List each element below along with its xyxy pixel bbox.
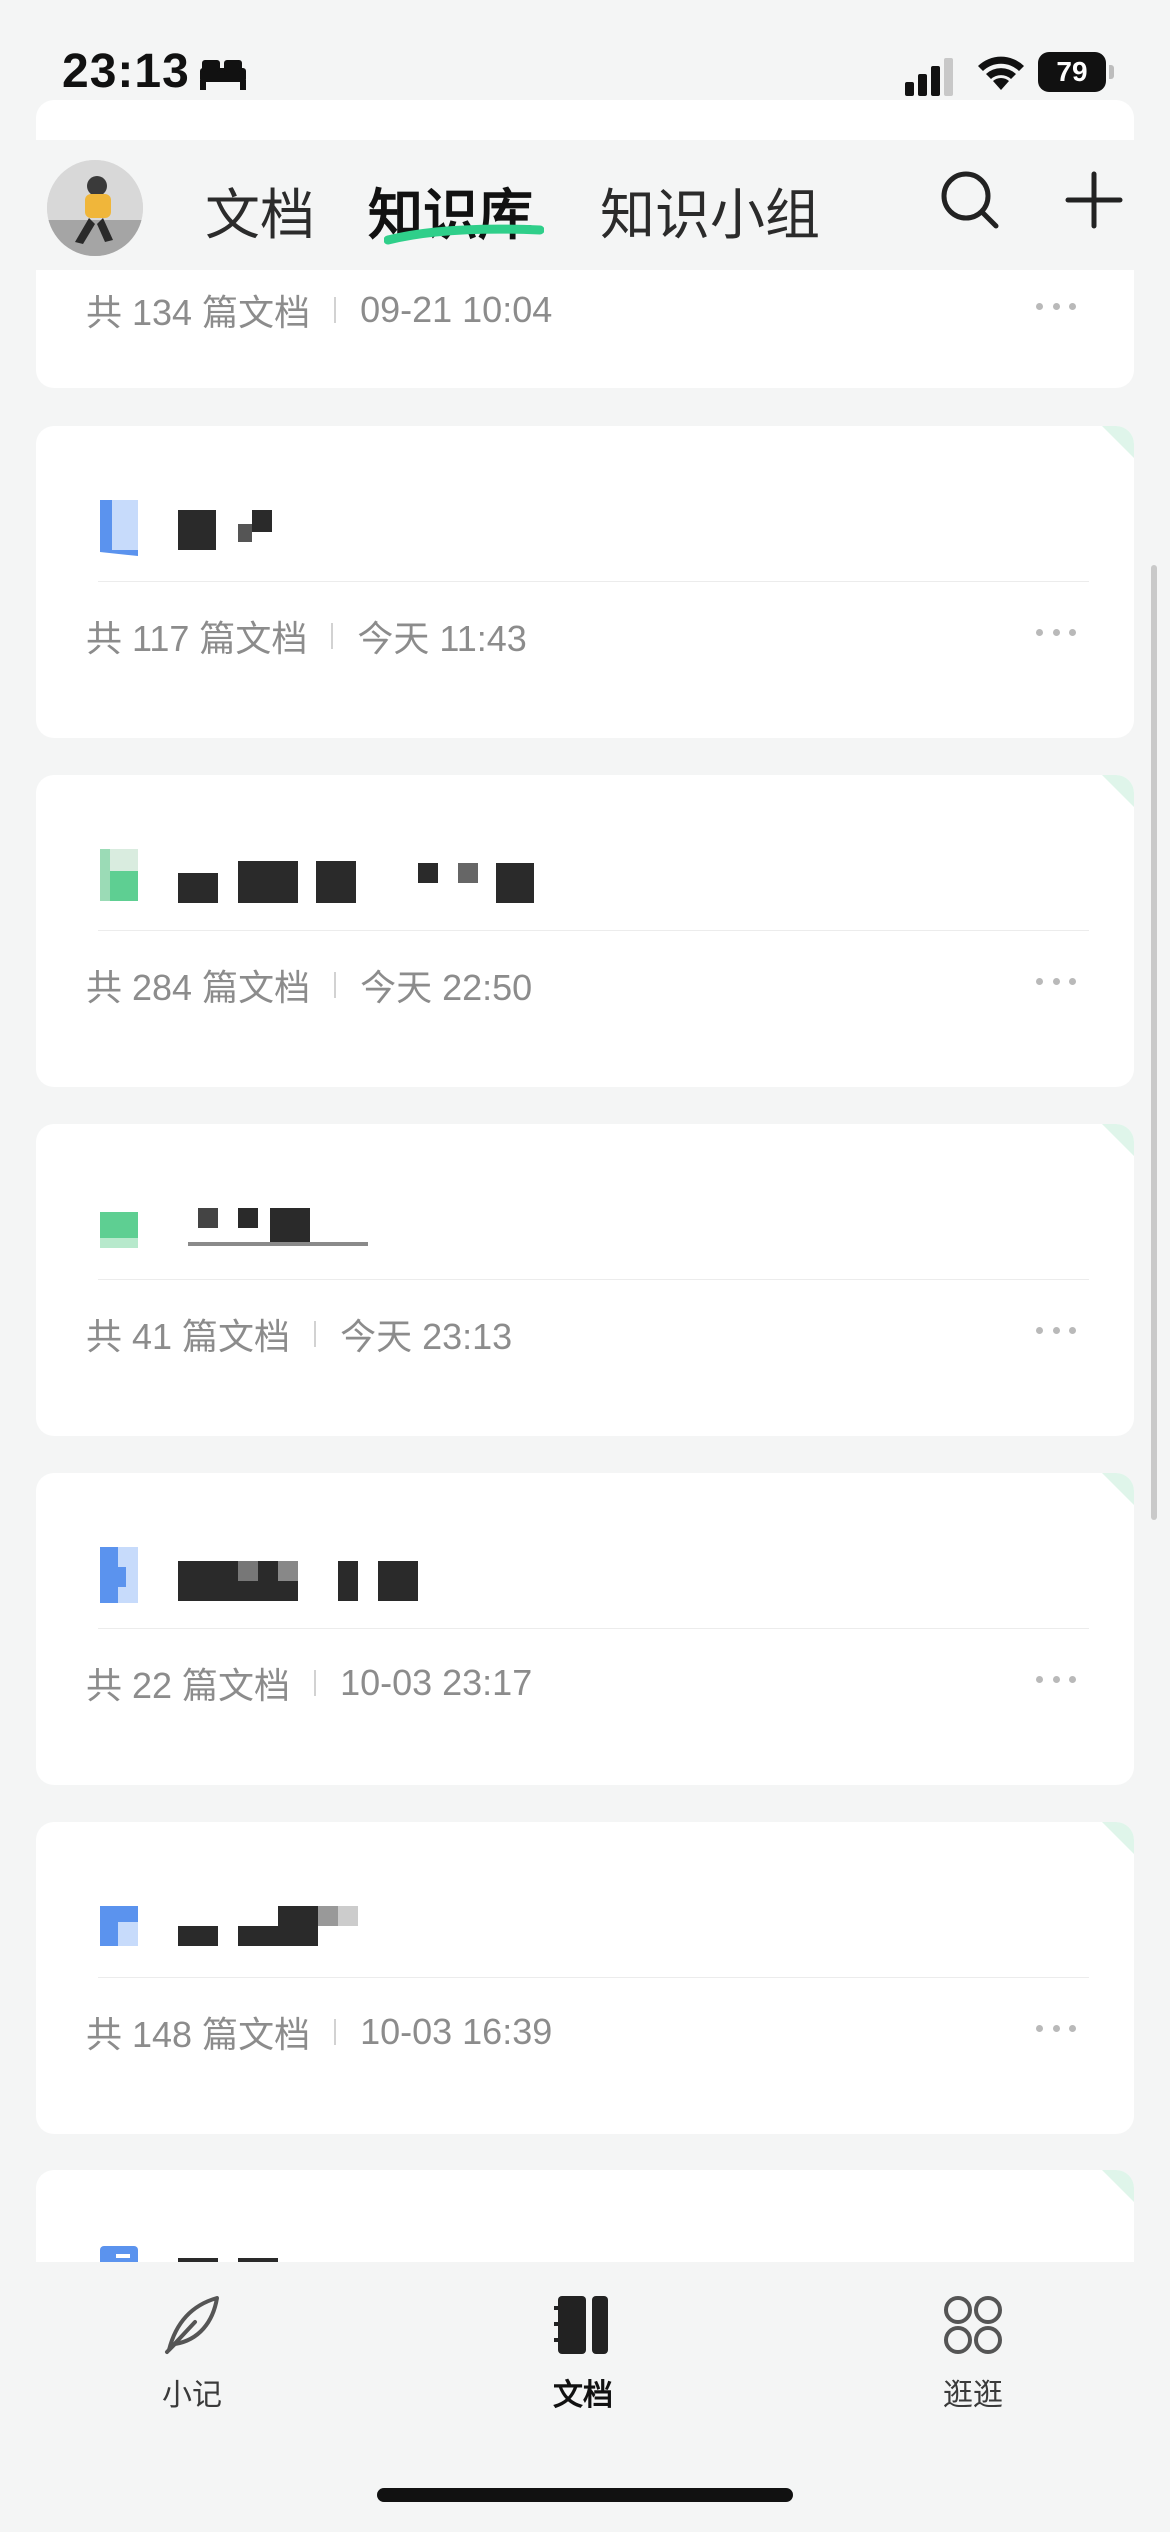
meta-separator <box>314 1670 317 1696</box>
doc-count: 共 148 篇文档 <box>86 2014 311 2055</box>
card-meta: 共 41 篇文档 今天 23:13 <box>86 1304 512 1364</box>
doc-count: 共 117 篇文档 <box>86 618 308 659</box>
book-icon <box>100 1212 138 1248</box>
discover-icon <box>944 2296 1002 2354</box>
corner-marker <box>1102 2170 1134 2202</box>
doc-count: 共 41 篇文档 <box>86 1316 291 1357</box>
card-title-redacted <box>178 1906 358 1946</box>
tab-label: 逛逛 <box>943 2379 1003 2412</box>
book-icon <box>100 500 138 556</box>
home-indicator[interactable] <box>377 2488 793 2502</box>
card-title-redacted <box>178 510 272 550</box>
card-title-redacted <box>178 861 534 903</box>
scrollbar[interactable] <box>1151 565 1157 1520</box>
updated-time: 10-03 23:17 <box>340 1662 533 1703</box>
feather-icon <box>165 2296 219 2354</box>
more-button[interactable] <box>1036 1669 1076 1689</box>
more-button[interactable] <box>1036 296 1076 316</box>
book-icon <box>100 1906 138 1946</box>
updated-time: 今天 22:50 <box>360 967 533 1008</box>
battery-cap <box>1109 65 1114 79</box>
meta-separator <box>314 1321 317 1347</box>
card-divider <box>98 581 1089 582</box>
more-button[interactable] <box>1036 622 1076 642</box>
top-navigation: 文档 知识库 知识小组 <box>0 140 1170 270</box>
updated-time: 今天 23:13 <box>340 1316 513 1357</box>
cellular-signal-icon <box>905 58 953 96</box>
knowledge-base-card[interactable]: 共 148 篇文档 10-03 16:39 <box>36 1822 1134 2134</box>
corner-marker <box>1102 1473 1134 1505</box>
card-divider <box>98 1628 1089 1629</box>
doc-count: 共 284 篇文档 <box>86 967 311 1008</box>
card-meta: 共 117 篇文档 今天 11:43 <box>86 606 527 666</box>
meta-separator <box>334 297 337 323</box>
more-button[interactable] <box>1036 1320 1076 1340</box>
card-divider <box>98 930 1089 931</box>
knowledge-base-card[interactable]: 共 117 篇文档 今天 11:43 <box>36 426 1134 738</box>
tab-docs[interactable]: 文档 <box>503 2292 663 2422</box>
corner-marker <box>1102 1822 1134 1854</box>
tab-label: 文档 <box>553 2379 613 2412</box>
card-meta: 共 148 篇文档 10-03 16:39 <box>86 2002 552 2062</box>
corner-marker <box>1102 1124 1134 1156</box>
status-bar: 23:13 79 <box>0 0 1170 140</box>
battery-level: 79 <box>1038 52 1106 92</box>
card-meta: 共 284 篇文档 今天 22:50 <box>86 955 532 1015</box>
tab-label: 小记 <box>162 2379 222 2412</box>
doc-count: 共 134 篇文档 <box>86 292 311 333</box>
book-icon <box>100 1547 138 1603</box>
status-time: 23:13 <box>62 45 190 98</box>
tab-knowledge-groups[interactable]: 知识小组 <box>600 170 820 250</box>
tab-notes[interactable]: 小记 <box>112 2292 272 2422</box>
notebook-icon <box>554 2296 608 2354</box>
avatar[interactable] <box>47 160 143 256</box>
meta-separator <box>331 623 334 649</box>
screen: 共 134 篇文档 09-21 10:04 共 117 篇文档 今天 11:43… <box>0 0 1170 2532</box>
card-meta: 共 22 篇文档 10-03 23:17 <box>86 1653 532 1713</box>
updated-time: 10-03 16:39 <box>360 2011 553 2052</box>
updated-time: 09-21 10:04 <box>360 289 553 330</box>
tab-documents[interactable]: 文档 <box>205 170 315 250</box>
card-divider <box>98 1977 1089 1978</box>
plus-icon[interactable] <box>1062 168 1126 232</box>
battery-icon: 79 <box>1038 52 1114 92</box>
corner-marker <box>1102 775 1134 807</box>
card-title-redacted <box>178 1561 418 1601</box>
active-tab-underline <box>384 224 544 245</box>
card-divider <box>98 1279 1089 1280</box>
tab-discover[interactable]: 逛逛 <box>893 2292 1053 2422</box>
book-icon <box>100 849 138 901</box>
meta-separator <box>334 2019 337 2045</box>
wifi-icon <box>978 56 1024 90</box>
more-button[interactable] <box>1036 2018 1076 2038</box>
knowledge-base-card[interactable]: 共 41 篇文档 今天 23:13 <box>36 1124 1134 1436</box>
knowledge-base-card[interactable]: 共 22 篇文档 10-03 23:17 <box>36 1473 1134 1785</box>
knowledge-base-list[interactable]: 共 134 篇文档 09-21 10:04 共 117 篇文档 今天 11:43… <box>0 0 1170 2532</box>
updated-time: 今天 11:43 <box>357 618 527 659</box>
doc-count: 共 22 篇文档 <box>86 1665 291 1706</box>
meta-separator <box>334 972 337 998</box>
card-title-redacted <box>188 1208 368 1246</box>
corner-marker <box>1102 426 1134 458</box>
knowledge-base-card[interactable]: 共 284 篇文档 今天 22:50 <box>36 775 1134 1087</box>
search-icon[interactable] <box>938 168 1002 232</box>
bed-icon <box>200 60 246 90</box>
card-meta: 共 134 篇文档 09-21 10:04 <box>86 280 552 340</box>
more-button[interactable] <box>1036 971 1076 991</box>
